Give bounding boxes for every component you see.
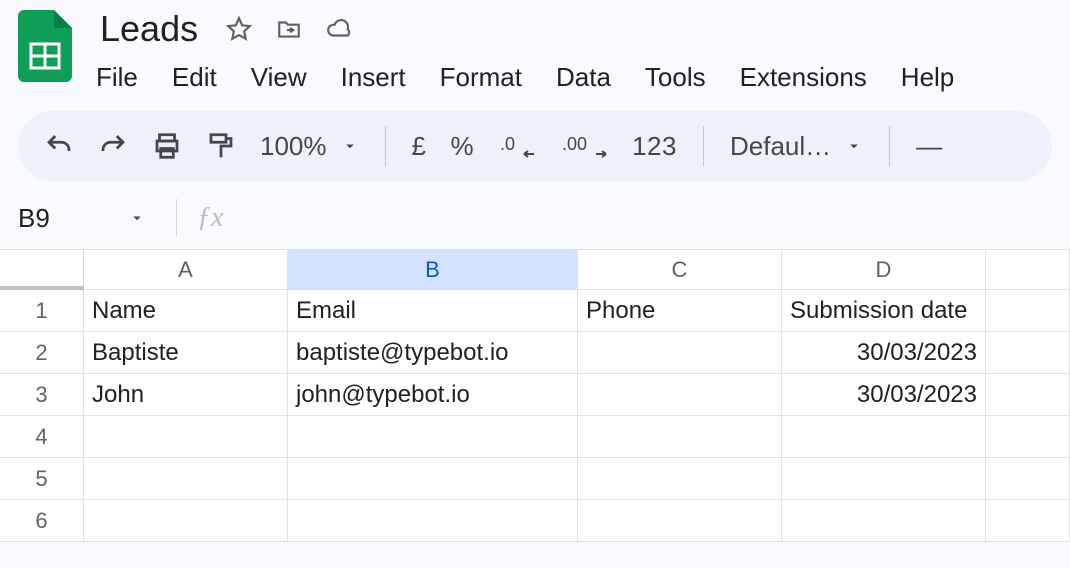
paint-format-icon[interactable] — [206, 131, 236, 161]
menu-bar: File Edit View Insert Format Data Tools … — [96, 62, 954, 93]
cell[interactable] — [84, 416, 288, 458]
cell[interactable]: Baptiste — [84, 332, 288, 374]
menu-insert[interactable]: Insert — [341, 62, 406, 93]
cell[interactable] — [578, 458, 782, 500]
menu-help[interactable]: Help — [901, 62, 954, 93]
font-name: Defaul… — [730, 131, 831, 162]
cell[interactable] — [288, 416, 578, 458]
cell[interactable] — [782, 500, 986, 542]
zoom-dropdown[interactable]: 100% — [260, 131, 359, 162]
menu-file[interactable]: File — [96, 62, 138, 93]
row-header[interactable]: 5 — [0, 458, 84, 500]
menu-format[interactable]: Format — [440, 62, 522, 93]
caret-down-icon — [845, 137, 863, 155]
caret-down-icon — [341, 137, 359, 155]
more-formats-button[interactable]: 123 — [632, 131, 677, 162]
cell[interactable] — [986, 458, 1070, 500]
col-header-blank[interactable] — [986, 250, 1070, 290]
col-header-B[interactable]: B — [288, 250, 578, 290]
cell[interactable]: John — [84, 374, 288, 416]
zoom-value: 100% — [260, 131, 327, 162]
row-header[interactable]: 6 — [0, 500, 84, 542]
menu-edit[interactable]: Edit — [172, 62, 217, 93]
row-header[interactable]: 2 — [0, 332, 84, 374]
cell[interactable] — [578, 500, 782, 542]
col-header-C[interactable]: C — [578, 250, 782, 290]
cell[interactable]: Phone — [578, 290, 782, 332]
undo-icon[interactable] — [44, 131, 74, 161]
col-header-A[interactable]: A — [84, 250, 288, 290]
cell[interactable] — [84, 500, 288, 542]
toolbar-collapse-button[interactable]: — — [916, 131, 943, 162]
sheets-logo-icon[interactable] — [18, 10, 72, 82]
star-icon[interactable] — [226, 16, 252, 42]
cell[interactable] — [578, 374, 782, 416]
format-currency-button[interactable]: £ — [412, 131, 427, 162]
menu-extensions[interactable]: Extensions — [740, 62, 867, 93]
cell[interactable] — [782, 458, 986, 500]
select-all-corner[interactable] — [0, 250, 84, 290]
cell[interactable]: baptiste@typebot.io — [288, 332, 578, 374]
svg-text:.0: .0 — [500, 134, 515, 154]
cell[interactable] — [986, 290, 1070, 332]
cell[interactable]: Submission date — [782, 290, 986, 332]
cloud-status-icon[interactable] — [326, 16, 352, 42]
cell[interactable] — [578, 416, 782, 458]
move-to-folder-icon[interactable] — [276, 16, 302, 42]
decrease-decimal-icon[interactable]: .0 — [498, 131, 538, 161]
toolbar-separator — [385, 126, 386, 166]
cell[interactable]: Email — [288, 290, 578, 332]
row-header[interactable]: 3 — [0, 374, 84, 416]
print-icon[interactable] — [152, 131, 182, 161]
toolbar-separator — [889, 126, 890, 166]
cell[interactable] — [986, 500, 1070, 542]
name-box[interactable]: B9 — [18, 203, 78, 234]
cell[interactable]: john@typebot.io — [288, 374, 578, 416]
doc-title[interactable]: Leads — [96, 6, 202, 52]
col-header-D[interactable]: D — [782, 250, 986, 290]
font-dropdown[interactable]: Defaul… — [730, 131, 863, 162]
formula-separator — [176, 199, 177, 237]
cell[interactable]: 30/03/2023 — [782, 374, 986, 416]
menu-view[interactable]: View — [251, 62, 307, 93]
cell[interactable]: Name — [84, 290, 288, 332]
fx-icon: ƒx — [197, 202, 223, 234]
cell[interactable] — [84, 458, 288, 500]
cell[interactable] — [986, 374, 1070, 416]
menu-tools[interactable]: Tools — [645, 62, 706, 93]
caret-down-icon[interactable] — [128, 209, 146, 227]
svg-text:.00: .00 — [562, 134, 587, 154]
format-percent-button[interactable]: % — [450, 131, 474, 162]
row-header[interactable]: 1 — [0, 290, 84, 332]
cell[interactable] — [288, 500, 578, 542]
toolbar-separator — [703, 126, 704, 166]
toolbar: 100% £ % .0 .00 123 Defaul… — — [18, 111, 1052, 181]
row-header[interactable]: 4 — [0, 416, 84, 458]
cell[interactable] — [782, 416, 986, 458]
spreadsheet-grid: A B C D 1NameEmailPhoneSubmission date 2B… — [0, 249, 1070, 542]
cell[interactable] — [578, 332, 782, 374]
cell[interactable]: 30/03/2023 — [782, 332, 986, 374]
menu-data[interactable]: Data — [556, 62, 611, 93]
cell[interactable] — [986, 416, 1070, 458]
increase-decimal-icon[interactable]: .00 — [562, 131, 608, 161]
cell[interactable] — [986, 332, 1070, 374]
cell[interactable] — [288, 458, 578, 500]
redo-icon[interactable] — [98, 131, 128, 161]
